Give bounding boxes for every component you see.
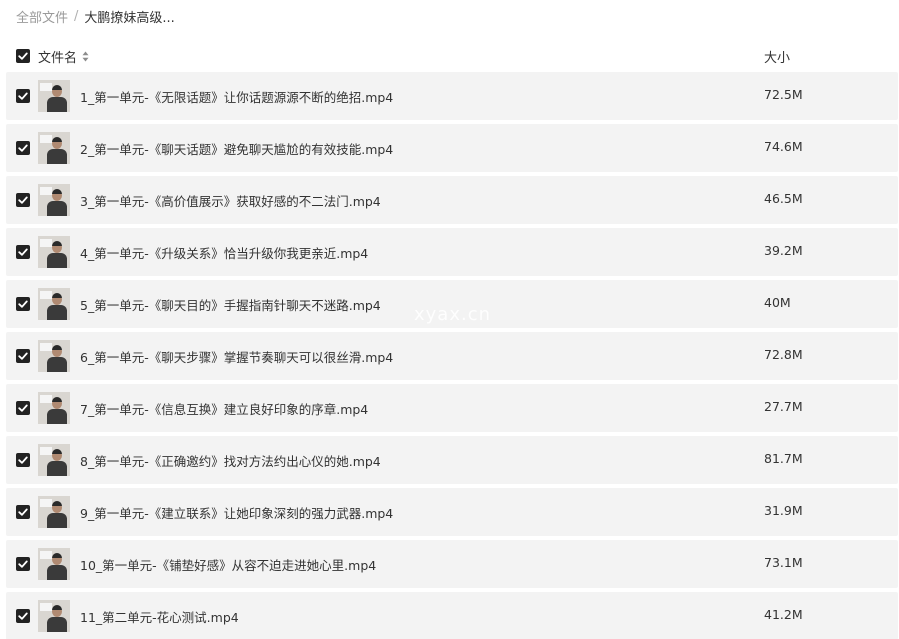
- video-thumbnail[interactable]: [38, 600, 70, 632]
- checkmark-icon: [18, 52, 28, 60]
- file-row[interactable]: 11_第二单元-花心测试.mp4 41.2M: [6, 592, 898, 639]
- column-header-name[interactable]: 文件名: [38, 47, 89, 66]
- breadcrumb-separator: /: [74, 8, 79, 24]
- video-thumbnail[interactable]: [38, 444, 70, 476]
- file-name[interactable]: 11_第二单元-花心测试.mp4: [80, 607, 239, 626]
- column-header-size[interactable]: 大小: [764, 47, 790, 66]
- checkmark-icon: [18, 508, 28, 516]
- file-row[interactable]: 4_第一单元-《升级关系》恰当升级你我更亲近.mp4 39.2M: [6, 228, 898, 276]
- video-thumbnail[interactable]: [38, 288, 70, 320]
- file-checkbox[interactable]: [16, 349, 30, 363]
- file-name[interactable]: 9_第一单元-《建立联系》让她印象深刻的强力武器.mp4: [80, 503, 393, 522]
- file-checkbox[interactable]: [16, 557, 30, 571]
- file-row[interactable]: 2_第一单元-《聊天话题》避免聊天尴尬的有效技能.mp4 74.6M: [6, 124, 898, 172]
- file-row[interactable]: 7_第一单元-《信息互换》建立良好印象的序章.mp4 27.7M: [6, 384, 898, 432]
- checkmark-icon: [18, 144, 28, 152]
- video-thumbnail[interactable]: [38, 340, 70, 372]
- file-size: 31.9M: [764, 503, 803, 518]
- video-thumbnail[interactable]: [38, 392, 70, 424]
- file-list: 1_第一单元-《无限话题》让你话题源源不断的绝招.mp4 72.5M 2_第一单元-…: [6, 72, 898, 639]
- file-name[interactable]: 6_第一单元-《聊天步骤》掌握节奏聊天可以很丝滑.mp4: [80, 347, 393, 366]
- column-header-name-label: 文件名: [38, 51, 78, 66]
- video-thumbnail[interactable]: [38, 80, 70, 112]
- file-size: 72.8M: [764, 347, 803, 362]
- file-row[interactable]: 5_第一单元-《聊天目的》手握指南针聊天不迷路.mp4 40M: [6, 280, 898, 328]
- file-checkbox[interactable]: [16, 505, 30, 519]
- video-thumbnail[interactable]: [38, 548, 70, 580]
- checkmark-icon: [18, 456, 28, 464]
- breadcrumb: 全部文件 / 大鹏撩妹高级...: [16, 7, 175, 26]
- checkmark-icon: [18, 248, 28, 256]
- video-thumbnail[interactable]: [38, 236, 70, 268]
- file-row[interactable]: 3_第一单元-《高价值展示》获取好感的不二法门.mp4 46.5M: [6, 176, 898, 224]
- breadcrumb-root-link[interactable]: 全部文件: [16, 7, 68, 26]
- file-name[interactable]: 3_第一单元-《高价值展示》获取好感的不二法门.mp4: [80, 191, 381, 210]
- file-size: 39.2M: [764, 243, 803, 258]
- file-list-header: 文件名 大小: [16, 46, 896, 66]
- checkmark-icon: [18, 612, 28, 620]
- checkmark-icon: [18, 92, 28, 100]
- file-row[interactable]: 1_第一单元-《无限话题》让你话题源源不断的绝招.mp4 72.5M: [6, 72, 898, 120]
- file-size: 73.1M: [764, 555, 803, 570]
- video-thumbnail[interactable]: [38, 184, 70, 216]
- file-size: 74.6M: [764, 139, 803, 154]
- checkmark-icon: [18, 352, 28, 360]
- file-row[interactable]: 9_第一单元-《建立联系》让她印象深刻的强力武器.mp4 31.9M: [6, 488, 898, 536]
- sort-icon[interactable]: [82, 51, 89, 62]
- file-name[interactable]: 10_第一单元-《铺垫好感》从容不迫走进她心里.mp4: [80, 555, 376, 574]
- file-name[interactable]: 7_第一单元-《信息互换》建立良好印象的序章.mp4: [80, 399, 368, 418]
- file-name[interactable]: 2_第一单元-《聊天话题》避免聊天尴尬的有效技能.mp4: [80, 139, 393, 158]
- file-name[interactable]: 4_第一单元-《升级关系》恰当升级你我更亲近.mp4: [80, 243, 368, 262]
- checkmark-icon: [18, 196, 28, 204]
- file-checkbox[interactable]: [16, 141, 30, 155]
- file-row[interactable]: 8_第一单元-《正确邀约》找对方法约出心仪的她.mp4 81.7M: [6, 436, 898, 484]
- file-size: 72.5M: [764, 87, 803, 102]
- file-name[interactable]: 1_第一单元-《无限话题》让你话题源源不断的绝招.mp4: [80, 87, 393, 106]
- file-checkbox[interactable]: [16, 297, 30, 311]
- file-size: 81.7M: [764, 451, 803, 466]
- file-row[interactable]: 6_第一单元-《聊天步骤》掌握节奏聊天可以很丝滑.mp4 72.8M: [6, 332, 898, 380]
- checkmark-icon: [18, 300, 28, 308]
- file-name[interactable]: 5_第一单元-《聊天目的》手握指南针聊天不迷路.mp4: [80, 295, 381, 314]
- file-checkbox[interactable]: [16, 401, 30, 415]
- file-size: 27.7M: [764, 399, 803, 414]
- file-browser: 全部文件 / 大鹏撩妹高级... 文件名 大小 1_第一单元-《无限话题》让你话…: [0, 0, 899, 639]
- file-checkbox[interactable]: [16, 89, 30, 103]
- checkmark-icon: [18, 560, 28, 568]
- checkmark-icon: [18, 404, 28, 412]
- file-row[interactable]: 10_第一单元-《铺垫好感》从容不迫走进她心里.mp4 73.1M: [6, 540, 898, 588]
- file-size: 46.5M: [764, 191, 803, 206]
- file-name[interactable]: 8_第一单元-《正确邀约》找对方法约出心仪的她.mp4: [80, 451, 381, 470]
- select-all-checkbox[interactable]: [16, 49, 30, 63]
- video-thumbnail[interactable]: [38, 132, 70, 164]
- file-size: 40M: [764, 295, 791, 310]
- file-checkbox[interactable]: [16, 193, 30, 207]
- file-size: 41.2M: [764, 607, 803, 622]
- video-thumbnail[interactable]: [38, 496, 70, 528]
- file-checkbox[interactable]: [16, 609, 30, 623]
- file-checkbox[interactable]: [16, 453, 30, 467]
- breadcrumb-current-folder: 大鹏撩妹高级...: [84, 10, 175, 26]
- file-checkbox[interactable]: [16, 245, 30, 259]
